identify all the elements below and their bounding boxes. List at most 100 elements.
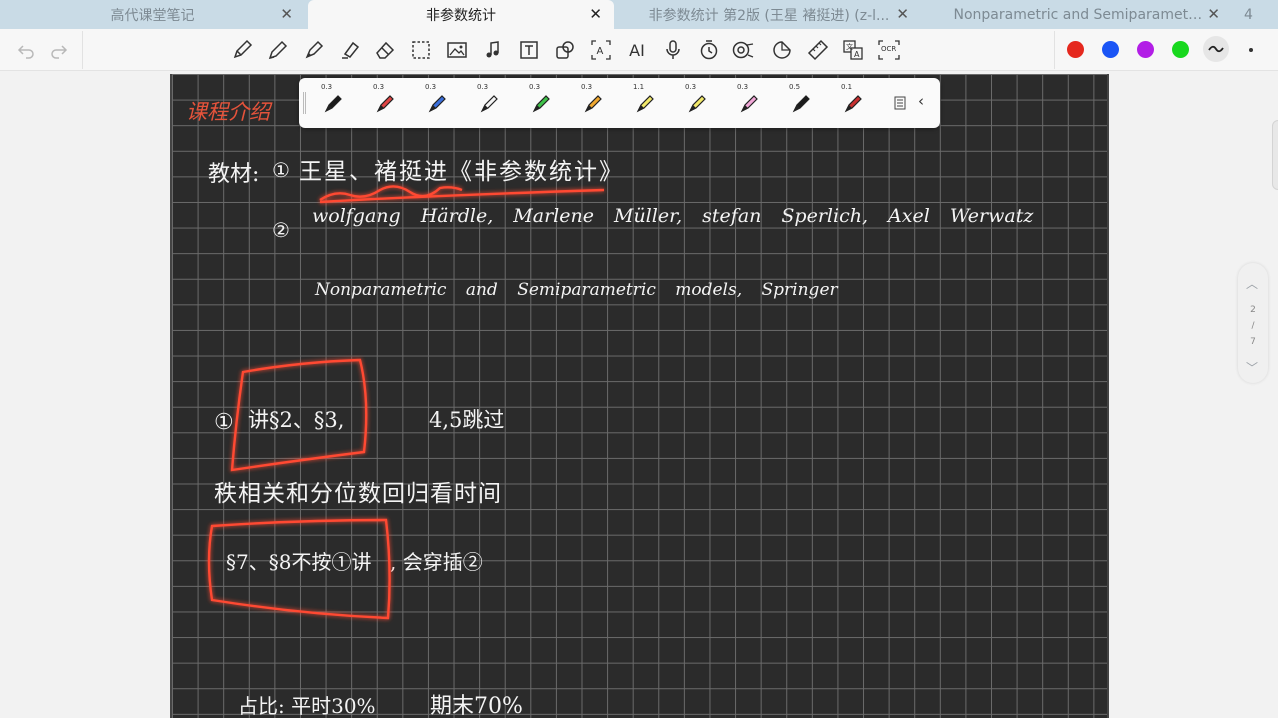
stroke-style-icon[interactable]: [1203, 36, 1229, 62]
pen-icon: [740, 95, 758, 113]
pen-size-label: 0.3: [373, 83, 385, 91]
grading-final: 期末70%: [430, 694, 523, 718]
item2-tail: , 会穿插②: [390, 550, 483, 574]
tab-label: Nonparametric and Semiparametri...: [953, 6, 1204, 23]
toolbar: A AI 文A OCR: [0, 29, 1278, 71]
ai-label: AI: [629, 40, 645, 60]
tab-label: 非参数统计: [426, 7, 496, 24]
pen-preset[interactable]: 0.3: [359, 78, 411, 128]
tab-more[interactable]: 4: [1236, 0, 1278, 29]
color-blue[interactable]: [1102, 41, 1119, 58]
tab-textbook-pdf[interactable]: 非参数统计 第2版 (王星 褚挺进) (z-l... ✕: [617, 0, 921, 29]
pen-size-label: 0.3: [737, 83, 749, 91]
tab-bar: 高代课堂笔记 ✕ 非参数统计 ✕ 非参数统计 第2版 (王星 褚挺进) (z-l…: [0, 0, 1278, 29]
pen-preset[interactable]: 0.3: [307, 78, 359, 128]
svg-text:文: 文: [846, 42, 853, 51]
pencil-icon[interactable]: [229, 37, 255, 63]
tab-semiparametric-pdf[interactable]: Nonparametric and Semiparametri... ✕: [925, 0, 1232, 29]
ref2-title: Nonparametric and Semiparametric models,…: [315, 280, 838, 300]
pen-size-label: 0.1: [841, 83, 853, 91]
page-current: 2: [1250, 305, 1256, 315]
chevron-down-icon[interactable]: ﹀: [1246, 359, 1258, 376]
pen-preset[interactable]: 0.1: [827, 78, 879, 128]
highlighter-icon[interactable]: [337, 37, 363, 63]
pen-icon: [844, 95, 862, 113]
close-icon[interactable]: ✕: [589, 5, 602, 23]
drag-handle[interactable]: [303, 92, 306, 114]
pen-icon: [532, 95, 550, 113]
ocr-label: OCR: [881, 45, 897, 53]
pen-size-label: 0.3: [425, 83, 437, 91]
grading-line: 占比: 平时30%: [238, 694, 376, 718]
marker-icon[interactable]: [301, 37, 327, 63]
laser-icon[interactable]: [731, 37, 757, 63]
pen-icon: [428, 95, 446, 113]
svg-text:A: A: [854, 50, 860, 59]
pen-preset[interactable]: 0.3: [567, 78, 619, 128]
lasso-select-icon[interactable]: [408, 37, 434, 63]
pen-size-label: 0.3: [321, 83, 333, 91]
chevron-up-icon[interactable]: ︿: [1246, 275, 1258, 292]
tab-gaodai-notes[interactable]: 高代课堂笔记 ✕: [0, 0, 305, 29]
more-dot-icon[interactable]: [1238, 37, 1264, 63]
pen-icon: [792, 95, 810, 113]
tab-label: 非参数统计 第2版 (王星 褚挺进) (z-l...: [648, 7, 890, 24]
ref1-text: 王星、褚挺进《非参数统计》: [299, 159, 624, 185]
pen-icon: [324, 95, 342, 113]
pen-preset[interactable]: 0.3: [411, 78, 463, 128]
note-heading: 课程介绍: [186, 100, 270, 124]
close-icon[interactable]: ✕: [896, 5, 909, 23]
ref2-authors: wolfgang Härdle, Marlene Müller, stefan …: [312, 205, 1034, 227]
close-icon[interactable]: ✕: [280, 5, 293, 23]
text-box-icon[interactable]: [516, 37, 542, 63]
pen-preset[interactable]: 1.1: [619, 78, 671, 128]
page-separator: /: [1251, 321, 1255, 331]
color-purple[interactable]: [1137, 41, 1154, 58]
item1-skip: 4,5跳过: [429, 408, 505, 432]
pen-icon: [376, 95, 394, 113]
ref1-number: ①: [272, 158, 290, 182]
pen-preset[interactable]: 0.3: [515, 78, 567, 128]
item1-text: 讲§2、§3,: [248, 408, 345, 432]
chevron-left-icon[interactable]: ‹: [918, 92, 924, 110]
pen-icon: [688, 95, 706, 113]
close-icon[interactable]: ✕: [1207, 5, 1220, 23]
sticker-icon[interactable]: [769, 37, 795, 63]
svg-text:A: A: [597, 46, 604, 57]
eraser-icon[interactable]: [372, 37, 398, 63]
translate-icon[interactable]: 文A: [840, 37, 866, 63]
pen-preset[interactable]: 0.3: [671, 78, 723, 128]
color-red[interactable]: [1067, 41, 1084, 58]
ruler-icon[interactable]: [805, 37, 831, 63]
microphone-icon[interactable]: [660, 37, 686, 63]
shape-icon[interactable]: [552, 37, 578, 63]
rank-correlation-line: 秩相关和分位数回归看时间: [214, 481, 502, 507]
pen-size-label: 1.1: [633, 83, 645, 91]
pen-preset[interactable]: 0.3: [723, 78, 775, 128]
image-icon[interactable]: [444, 37, 470, 63]
page-total: 7: [1250, 337, 1256, 347]
text-recognition-icon[interactable]: A: [588, 37, 614, 63]
music-note-icon[interactable]: [480, 37, 506, 63]
ref2-number: ②: [272, 218, 290, 242]
page-navigator: ︿ 2 / 7 ﹀: [1238, 263, 1268, 383]
pen-size-label: 0.3: [529, 83, 541, 91]
item1-number: ①: [214, 410, 234, 435]
pen-icon[interactable]: [265, 37, 291, 63]
ai-icon[interactable]: AI: [624, 37, 650, 63]
pen-icon: [584, 95, 602, 113]
redo-icon[interactable]: [46, 37, 72, 63]
pen-preset[interactable]: 0.5: [775, 78, 827, 128]
side-panel-handle[interactable]: [1272, 120, 1278, 190]
tab-nonparametric-statistics[interactable]: 非参数统计 ✕: [308, 0, 614, 29]
pen-size-label: 0.3: [581, 83, 593, 91]
ocr-icon[interactable]: OCR: [876, 37, 902, 63]
palette-menu-icon[interactable]: [894, 95, 906, 114]
pen-size-label: 0.3: [477, 83, 489, 91]
pen-preset[interactable]: 0.3: [463, 78, 515, 128]
undo-icon[interactable]: [13, 37, 39, 63]
pen-icon: [480, 95, 498, 113]
item2-text: §7、§8不按①讲: [226, 550, 372, 574]
timer-icon[interactable]: [696, 37, 722, 63]
color-green[interactable]: [1172, 41, 1189, 58]
